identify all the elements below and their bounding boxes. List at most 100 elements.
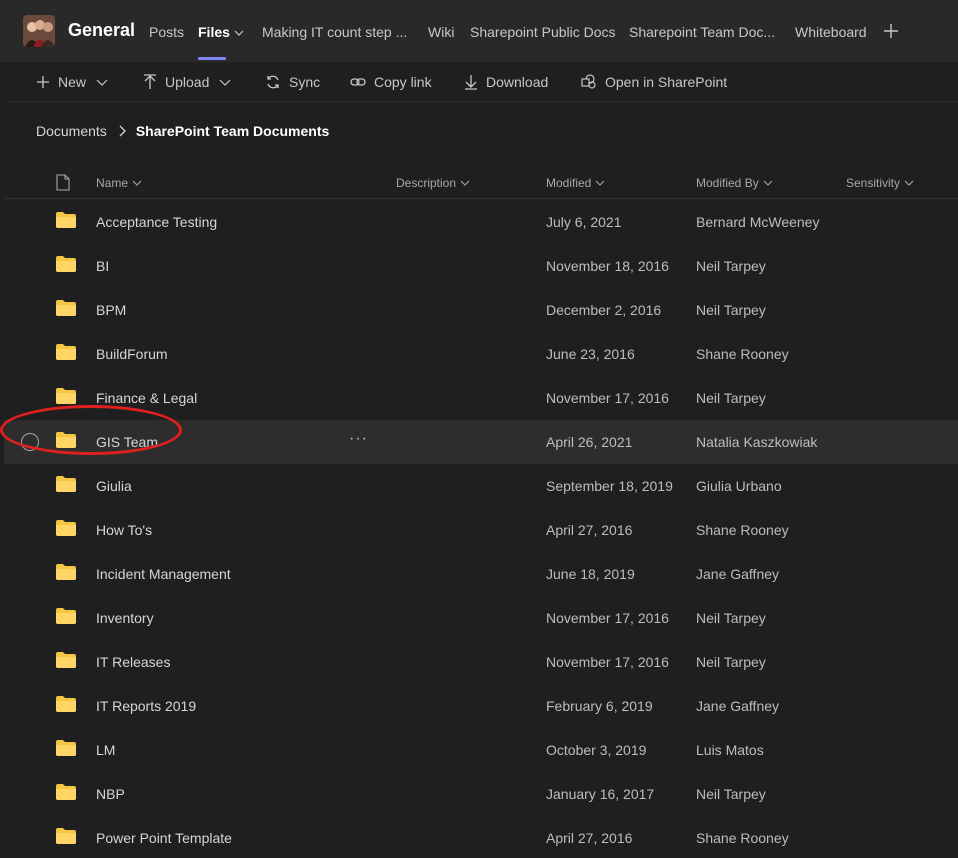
row-modified: April 27, 2016	[546, 830, 633, 846]
folder-icon	[56, 256, 76, 272]
new-button[interactable]: New	[36, 74, 108, 90]
table-row[interactable]: GIS Team April 26, 2021 Natalia Kaszkowiak…	[0, 405, 958, 464]
row-modified: October 3, 2019	[546, 742, 647, 758]
table-row[interactable]: Power Point Template April 27, 2016 Shane …	[4, 816, 958, 858]
sync-button[interactable]: Sync	[265, 74, 320, 90]
folder-icon	[56, 564, 76, 580]
plus-icon	[37, 76, 49, 88]
row-name[interactable]: How To's	[96, 522, 152, 538]
folder-icon	[56, 652, 76, 668]
copy-link-button-label: Copy link	[374, 74, 432, 90]
table-row[interactable]: IT Releases November 17, 2016 Neil Tarpey	[4, 640, 958, 684]
row-modified: June 18, 2019	[546, 566, 635, 582]
table-row[interactable]: BuildForum June 23, 2016 Shane Rooney	[4, 332, 958, 376]
table-row[interactable]: Inventory November 17, 2016 Neil Tarpey	[4, 596, 958, 640]
table-row[interactable]: BI November 18, 2016 Neil Tarpey	[4, 244, 958, 288]
column-header-name-label: Name	[96, 176, 129, 190]
row-name[interactable]: IT Reports 2019	[96, 698, 196, 714]
row-name[interactable]: BuildForum	[96, 346, 168, 362]
folder-icon	[56, 696, 76, 712]
upload-button[interactable]: Upload	[143, 74, 231, 90]
tab-wiki[interactable]: Wiki	[428, 24, 454, 40]
table-row[interactable]: How To's April 27, 2016 Shane Rooney	[4, 508, 958, 552]
row-select-radio[interactable]	[21, 433, 39, 451]
file-type-icon[interactable]	[56, 174, 70, 191]
column-header-description-label: Description	[396, 176, 457, 190]
row-modified: July 6, 2021	[546, 214, 622, 230]
row-name[interactable]: GIS Team	[96, 434, 158, 450]
row-modified-by: Jane Gaffney	[696, 698, 780, 714]
download-button[interactable]: Download	[464, 74, 548, 90]
row-name[interactable]: Giulia	[96, 478, 132, 494]
row-modified-by: Neil Tarpey	[696, 654, 766, 670]
table-row[interactable]: LM October 3, 2019 Luis Matos	[4, 728, 958, 772]
tab-whiteboard[interactable]: Whiteboard	[795, 24, 867, 40]
chevron-down-icon	[96, 79, 108, 86]
column-header-sensitivity[interactable]: Sensitivity	[846, 176, 914, 190]
row-modified-by: Shane Rooney	[696, 346, 789, 362]
row-name[interactable]: Power Point Template	[96, 830, 232, 846]
channel-header: General Posts Files Making IT count step…	[0, 0, 958, 62]
row-modified: December 2, 2016	[546, 302, 662, 318]
row-modified: January 16, 2017	[546, 786, 655, 802]
row-modified: April 27, 2016	[546, 522, 633, 538]
row-name[interactable]: Incident Management	[96, 566, 231, 582]
folder-icon	[56, 432, 76, 448]
tab-sharepoint-team-docs[interactable]: Sharepoint Team Doc...	[629, 24, 775, 40]
column-header-description[interactable]: Description	[396, 176, 470, 190]
chevron-down-icon	[460, 180, 470, 186]
row-modified: November 17, 2016	[546, 610, 669, 626]
upload-icon	[144, 74, 156, 89]
tab-files[interactable]: Files	[198, 24, 244, 40]
row-modified-by: Neil Tarpey	[696, 786, 766, 802]
command-bar: New Upload Sync Copy link Download Open …	[4, 62, 958, 102]
folder-icon	[56, 476, 76, 492]
folder-icon	[56, 388, 76, 404]
file-list-header: Name Description Modified Modified By Se…	[4, 167, 958, 199]
table-row[interactable]: Giulia September 18, 2019 Giulia Urbano	[4, 464, 958, 508]
copy-link-button[interactable]: Copy link	[350, 74, 432, 90]
tab-posts[interactable]: Posts	[149, 24, 184, 40]
chevron-down-icon	[763, 180, 773, 186]
chevron-down-icon	[132, 180, 142, 186]
add-tab-button[interactable]	[881, 21, 901, 41]
row-name[interactable]: BPM	[96, 302, 126, 318]
column-header-modified[interactable]: Modified	[546, 176, 605, 190]
row-name[interactable]: Finance & Legal	[96, 390, 197, 406]
sharepoint-icon	[581, 74, 596, 89]
folder-icon	[56, 828, 76, 844]
chevron-down-icon	[595, 180, 605, 186]
row-name[interactable]: IT Releases	[96, 654, 170, 670]
folder-icon	[56, 608, 76, 624]
column-header-modified-by[interactable]: Modified By	[696, 176, 773, 190]
row-name[interactable]: Acceptance Testing	[96, 214, 217, 230]
team-avatar[interactable]	[23, 15, 55, 47]
chevron-down-icon	[234, 30, 244, 37]
table-row[interactable]: NBP January 16, 2017 Neil Tarpey	[4, 772, 958, 816]
tab-making-it-count[interactable]: Making IT count step ...	[262, 24, 407, 40]
row-modified-by: Neil Tarpey	[696, 258, 766, 274]
column-header-name[interactable]: Name	[96, 176, 142, 190]
folder-icon	[56, 344, 76, 360]
folder-icon	[56, 520, 76, 536]
row-name[interactable]: BI	[96, 258, 109, 274]
table-row[interactable]: Finance & Legal November 17, 2016 Neil Tar…	[4, 376, 958, 420]
table-row[interactable]: Acceptance Testing July 6, 2021 Bernard Mc…	[4, 200, 958, 244]
row-name[interactable]: LM	[96, 742, 115, 758]
row-modified-by: Shane Rooney	[696, 522, 789, 538]
open-in-sharepoint-button[interactable]: Open in SharePoint	[581, 74, 727, 90]
table-row[interactable]: BPM December 2, 2016 Neil Tarpey	[4, 288, 958, 332]
breadcrumb-documents[interactable]: Documents	[36, 123, 107, 139]
more-options-icon[interactable]: ···	[349, 430, 368, 448]
row-name[interactable]: Inventory	[96, 610, 154, 626]
row-modified-by: Luis Matos	[696, 742, 764, 758]
tab-sharepoint-public-docs[interactable]: Sharepoint Public Docs	[470, 24, 616, 40]
file-list: Acceptance Testing July 6, 2021 Bernard Mc…	[0, 200, 958, 858]
table-row[interactable]: Incident Management June 18, 2019 Jane Gaf…	[4, 552, 958, 596]
plus-icon	[884, 24, 898, 38]
table-row[interactable]: IT Reports 2019 February 6, 2019 Jane Gaff…	[4, 684, 958, 728]
column-header-modified-by-label: Modified By	[696, 176, 759, 190]
breadcrumb: Documents SharePoint Team Documents	[36, 123, 329, 139]
tab-files-label: Files	[198, 24, 230, 40]
row-name[interactable]: NBP	[96, 786, 125, 802]
